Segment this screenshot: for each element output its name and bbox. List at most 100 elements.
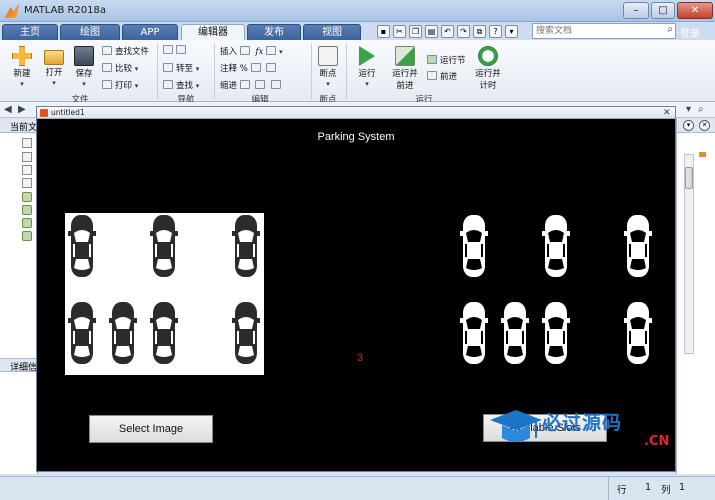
folder-icon — [44, 50, 64, 65]
find-button[interactable]: 查找 ▾ — [163, 79, 199, 91]
dropdown-icon[interactable]: ▾ — [505, 25, 518, 38]
quick-access-toolbar: ▪ ✂ ❐ ▤ ↶ ↷ ⧉ ? ▾ — [377, 25, 518, 39]
timer-icon — [478, 46, 498, 66]
image-file-icon[interactable] — [22, 165, 32, 175]
save-icon[interactable]: ▪ — [377, 25, 390, 38]
figure-file-icon[interactable] — [22, 231, 32, 241]
tab-home[interactable]: 主页 — [2, 24, 58, 40]
login-button[interactable]: 登录 — [680, 25, 700, 40]
open-button[interactable]: 打开 ▾ — [40, 46, 68, 88]
tab-apps[interactable]: APP — [122, 24, 178, 40]
figure-close-icon[interactable]: ✕ — [663, 108, 671, 118]
new-label: 新建 — [13, 69, 31, 79]
indent-button[interactable]: 缩进 — [220, 79, 284, 91]
figure-file-icon[interactable] — [22, 218, 32, 228]
car-icon — [232, 302, 260, 364]
run-section-button[interactable]: 运行节 — [427, 54, 466, 66]
divider — [346, 43, 347, 99]
minimize-button[interactable]: – — [623, 2, 649, 19]
figure-file-icon[interactable] — [22, 192, 32, 202]
help-icon[interactable]: ? — [489, 25, 502, 38]
search-input[interactable] — [533, 24, 659, 38]
figure-file-icon[interactable] — [22, 205, 32, 215]
input-parking-svg — [68, 215, 260, 364]
panel-close-icon[interactable]: ✕ — [699, 120, 710, 131]
browse-folder-icon[interactable]: ▾ — [686, 104, 691, 115]
compare-button[interactable]: 比较 ▾ — [102, 62, 138, 74]
select-image-button[interactable]: Select Image — [89, 415, 213, 443]
new-icon — [12, 46, 32, 66]
panel-menu-icon[interactable]: ▾ — [683, 120, 694, 131]
save-label: 保存 — [75, 69, 93, 79]
nav-forward-icon — [176, 45, 186, 54]
advance-button[interactable]: 前进 — [427, 70, 457, 82]
car-icon — [68, 302, 96, 364]
smart-indent-icon — [239, 80, 250, 89]
ribbon: 新建 ▾ 打开 ▾ 保存 ▾ 查找文件 比较 ▾ 打印 ▾ 文件 转至 ▾ 查找 ▾ … — [0, 40, 715, 105]
tab-publish[interactable]: 发布 — [247, 24, 301, 40]
copy-icon[interactable]: ❐ — [409, 25, 422, 38]
run-time-label: 运行并 — [475, 69, 501, 79]
car-icon — [109, 302, 137, 364]
run-icon — [359, 46, 375, 66]
nav-back-icon — [163, 45, 173, 54]
magnifier-icon — [163, 80, 173, 89]
find-file-button[interactable]: 查找文件 — [102, 45, 149, 57]
run-time-label-2: 计时 — [479, 81, 497, 91]
search-icon[interactable]: ⌕ — [667, 24, 673, 35]
run-advance-label: 运行并 — [392, 69, 418, 79]
watermark: 必过源码 .CN — [486, 406, 680, 466]
run-and-time-button[interactable]: 运行并 计时 — [471, 46, 505, 91]
run-section-icon — [427, 55, 437, 64]
paste-icon[interactable]: ▤ — [425, 25, 438, 38]
scrollbar-thumb[interactable] — [685, 167, 693, 189]
function-icon: fx — [255, 47, 264, 57]
search-box: ⌕ — [532, 23, 676, 39]
car-icon — [542, 302, 570, 364]
print-button[interactable]: 打印 ▾ — [102, 79, 138, 91]
run-and-advance-button[interactable]: 运行并 前进 — [388, 46, 422, 91]
tab-editor[interactable]: 编辑器 — [181, 24, 245, 41]
file-icon[interactable] — [22, 178, 32, 188]
run-section-label: 运行节 — [440, 56, 466, 66]
available-slot-count: 3 — [357, 352, 364, 364]
details-title: 详细信 — [10, 363, 38, 373]
maximize-button[interactable]: □ — [651, 2, 675, 19]
breakpoints-button[interactable]: 断点 ▾ — [314, 46, 342, 89]
insert-button[interactable]: 插入 fx ▾ — [220, 45, 283, 57]
new-button[interactable]: 新建 ▾ — [8, 46, 36, 89]
print-label: 打印 — [115, 81, 133, 91]
comment-button[interactable]: 注释 % — [220, 62, 279, 74]
car-icon — [150, 302, 178, 364]
figure-window-title: untitled1 — [51, 108, 85, 117]
cut-icon[interactable]: ✂ — [393, 25, 406, 38]
workspace-panel: ▾ ✕ — [676, 118, 715, 474]
save-button[interactable]: 保存 ▾ — [70, 46, 98, 89]
close-button[interactable]: ✕ — [677, 2, 713, 19]
car-icon — [150, 215, 178, 277]
goto-button[interactable]: 转至 ▾ — [163, 62, 199, 74]
ribbon-tab-strip: 主页 绘图 APP 编辑器 发布 视图 ▪ ✂ ❐ ▤ ↶ ↷ ⧉ ? ▾ ⌕ … — [0, 22, 715, 41]
car-icon — [501, 302, 529, 364]
car-icon — [460, 215, 488, 277]
forward-arrow-icon[interactable]: ▶ — [18, 104, 26, 115]
redo-icon[interactable]: ↷ — [457, 25, 470, 38]
file-icon[interactable] — [22, 138, 32, 148]
tab-view[interactable]: 视图 — [303, 24, 361, 40]
undo-icon[interactable]: ↶ — [441, 25, 454, 38]
image-file-icon[interactable] — [22, 152, 32, 162]
back-arrow-icon[interactable]: ◀ — [4, 104, 12, 115]
advance-icon — [427, 71, 437, 80]
car-icon — [624, 215, 652, 277]
vertical-scrollbar[interactable] — [684, 154, 694, 354]
run-button[interactable]: 运行 ▾ — [352, 46, 382, 89]
switch-window-icon[interactable]: ⧉ — [473, 25, 486, 38]
increase-indent-icon — [255, 80, 266, 89]
search-folder-icon[interactable]: ⌕ — [698, 104, 704, 115]
advance-label: 前进 — [440, 72, 458, 82]
tab-plots[interactable]: 绘图 — [60, 24, 120, 40]
disk-icon — [74, 46, 94, 66]
find-file-icon — [102, 46, 112, 55]
nav-back-button[interactable] — [163, 45, 189, 56]
window-title: MATLAB R2018a — [24, 5, 107, 16]
